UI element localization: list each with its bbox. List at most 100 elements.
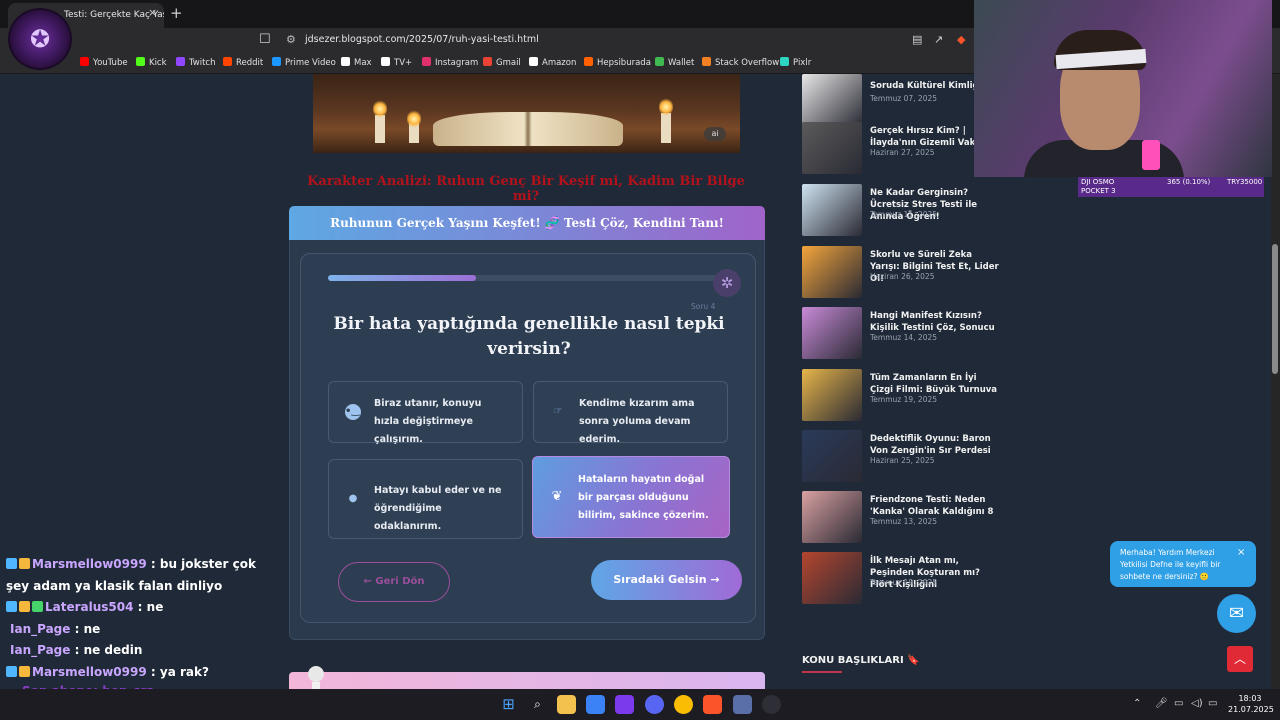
post-title[interactable]: Tüm Zamanların En İyi Çizgi Filmi: Büyük… <box>870 372 1000 396</box>
chat-username: Ian_Page <box>10 621 71 636</box>
arrow-left-icon: ← <box>363 576 372 587</box>
bookmark-favicon-icon <box>702 57 711 66</box>
article-heading: Karakter Analizi: Ruhun Genç Bir Keşif m… <box>307 174 745 204</box>
chat-icon[interactable]: ✉ <box>1217 594 1256 633</box>
arrow-right-icon: → <box>710 573 720 586</box>
bookmark-reddit[interactable]: Reddit <box>223 57 263 68</box>
ticker-price: TRY35000 <box>1227 178 1263 186</box>
bookmark-prime-video[interactable]: Prime Video <box>272 57 336 68</box>
post-title[interactable]: Friendzone Testi: Neden 'Kanka' Olarak K… <box>870 494 1000 518</box>
answer-option-selected[interactable]: ❦ Hataların hayatın doğal bir parçası ol… <box>532 456 730 538</box>
bookmark-max[interactable]: Max <box>341 57 372 68</box>
bookmark-youtube[interactable]: YouTube <box>80 57 128 68</box>
scrollbar-thumb[interactable] <box>1272 244 1278 374</box>
post-thumbnail[interactable] <box>802 307 862 359</box>
file-explorer-icon[interactable] <box>557 695 576 714</box>
post-thumbnail[interactable] <box>802 491 862 543</box>
app-icon[interactable] <box>733 695 752 714</box>
search-icon[interactable]: ⌕ <box>528 695 547 714</box>
ticker-change: 365 (0.10%) <box>1167 178 1211 186</box>
post-thumbnail[interactable] <box>802 184 862 236</box>
brave-icon[interactable] <box>703 695 722 714</box>
post-date: Temmuz 07, 2025 <box>870 94 938 103</box>
topics-underline <box>802 671 842 673</box>
mic-icon[interactable]: 🎤︎ <box>1155 698 1168 709</box>
brave-shield-icon[interactable]: ◆ <box>957 33 965 46</box>
post-thumbnail[interactable] <box>802 552 862 604</box>
share-icon[interactable]: ↗ <box>934 33 943 46</box>
bookmark-favicon-icon <box>80 57 89 66</box>
sidebar-post[interactable]: Skorlu ve Süreli Zeka Yarışı: Bilgini Te… <box>802 246 1002 304</box>
sidebar-post[interactable]: Tüm Zamanların En İyi Çizgi Filmi: Büyük… <box>802 369 1002 427</box>
bookmark-amazon[interactable]: Amazon <box>529 57 576 68</box>
bookmark-twitch[interactable]: Twitch <box>176 57 216 68</box>
answer-option[interactable]: •‿• Biraz utanır, konuyu hızla değiştirm… <box>328 381 523 445</box>
post-date: Temmuz 14, 2025 <box>870 333 938 342</box>
post-date: Temmuz 13, 2025 <box>870 517 938 526</box>
quiz-container: ✲ Soru 4 Bir hata yaptığında genellikle … <box>289 240 765 640</box>
obs-icon[interactable] <box>762 695 781 714</box>
chat-message: Ian_Page : ne dedin <box>6 640 286 662</box>
bookmark-stack-overflow[interactable]: Stack Overflow <box>702 57 779 68</box>
battery-icon[interactable]: ▭ <box>1208 698 1217 709</box>
pointing-hand-icon: ☞ <box>553 406 563 417</box>
clock[interactable]: 18:03 21.07.2025 <box>1228 693 1274 715</box>
chrome-icon[interactable] <box>674 695 693 714</box>
post-thumbnail[interactable] <box>802 74 862 126</box>
back-button[interactable]: ← Geri Dön <box>338 562 450 602</box>
next-question-button[interactable]: Sıradaki Gelsin → <box>591 560 742 600</box>
post-title[interactable]: Dedektiflik Oyunu: Baron Von Zengin'in S… <box>870 433 1000 457</box>
seedling-icon: ❦ <box>551 489 563 504</box>
bookmark-favicon-icon <box>136 57 145 66</box>
sidebar-post[interactable]: Gerçek Hırsız Kim? | İlayda'nın Gizemli … <box>802 122 1002 180</box>
volume-icon[interactable]: ◁) <box>1191 698 1203 709</box>
answer-option[interactable]: ☞ Kendime kızarım ama sonra yoluma devam… <box>533 381 728 445</box>
bookmark-gmail[interactable]: Gmail <box>483 57 521 68</box>
chat-badge-icon <box>6 665 17 677</box>
answer-option[interactable]: ● Hatayı kabul eder ve ne öğrendiğime od… <box>328 459 523 539</box>
reader-mode-icon[interactable]: ▤ <box>912 33 922 46</box>
store-icon[interactable] <box>586 695 605 714</box>
sidebar-post[interactable]: Dedektiflik Oyunu: Baron Von Zengin'in S… <box>802 430 1002 488</box>
post-thumbnail[interactable] <box>802 122 862 174</box>
bookmark-kick[interactable]: Kick <box>136 57 167 68</box>
close-icon[interactable]: × <box>1237 547 1245 558</box>
post-thumbnail[interactable] <box>802 369 862 421</box>
bookmark-icon[interactable]: ☐ <box>259 32 271 47</box>
page-scrollbar[interactable] <box>1271 74 1280 694</box>
bookmark-favicon-icon <box>272 57 281 66</box>
ai-badge: ai <box>704 127 726 141</box>
sidebar-post[interactable]: İlk Mesajı Atan mı, Peşinden Koşturan mı… <box>802 552 1002 610</box>
tab-close-icon[interactable]: × <box>148 6 157 19</box>
display-icon[interactable]: ▭ <box>1174 698 1183 709</box>
bookmark-pixlr[interactable]: Pixlr <box>780 57 811 68</box>
chat-text: : ne <box>137 600 164 614</box>
bookmark-hepsiburada[interactable]: Hepsiburada <box>584 57 651 68</box>
address-bar[interactable]: jdsezer.blogspot.com/2025/07/ruh-yasi-te… <box>305 34 539 45</box>
post-title[interactable]: Hangi Manifest Kızısın? Kişilik Testini … <box>870 310 1000 334</box>
lightbulb-icon: ● <box>348 493 358 504</box>
sidebar-post[interactable]: Ne Kadar Gerginsin? Ücretsiz Stres Testi… <box>802 184 1002 242</box>
bookmark-wallet[interactable]: Wallet <box>655 57 694 68</box>
help-chat-bubble[interactable]: Merhaba! Yardım Merkezi Yetkilisi Defne … <box>1110 541 1256 587</box>
scroll-top-icon[interactable]: ︿ <box>1227 646 1253 672</box>
discord-icon[interactable] <box>645 695 664 714</box>
post-thumbnail[interactable] <box>802 430 862 482</box>
sidebar-post[interactable]: Friendzone Testi: Neden 'Kanka' Olarak K… <box>802 491 1002 549</box>
settings-gear-icon[interactable]: ✲ <box>713 269 741 297</box>
sidebar-post[interactable]: Hangi Manifest Kızısın? Kişilik Testini … <box>802 307 1002 365</box>
post-thumbnail[interactable] <box>802 246 862 298</box>
windows-start-icon[interactable]: ⊞ <box>499 695 518 714</box>
new-tab-button[interactable]: + <box>170 4 183 22</box>
bookmark-tv+[interactable]: TV+ <box>381 57 412 68</box>
chat-username: Marsmellow0999 <box>32 557 147 571</box>
site-settings-icon[interactable]: ⚙ <box>286 33 296 46</box>
bookmark-instagram[interactable]: Instagram <box>422 57 478 68</box>
tray-chevron-icon[interactable]: ⌃ <box>1133 698 1141 709</box>
app-icon[interactable] <box>615 695 634 714</box>
chat-text: : ne <box>74 621 101 636</box>
question-card: ✲ Soru 4 Bir hata yaptığında genellikle … <box>300 253 756 623</box>
clock-time: 18:03 <box>1238 694 1262 703</box>
bookmark-favicon-icon <box>780 57 789 66</box>
chat-badge-icon <box>19 558 30 569</box>
